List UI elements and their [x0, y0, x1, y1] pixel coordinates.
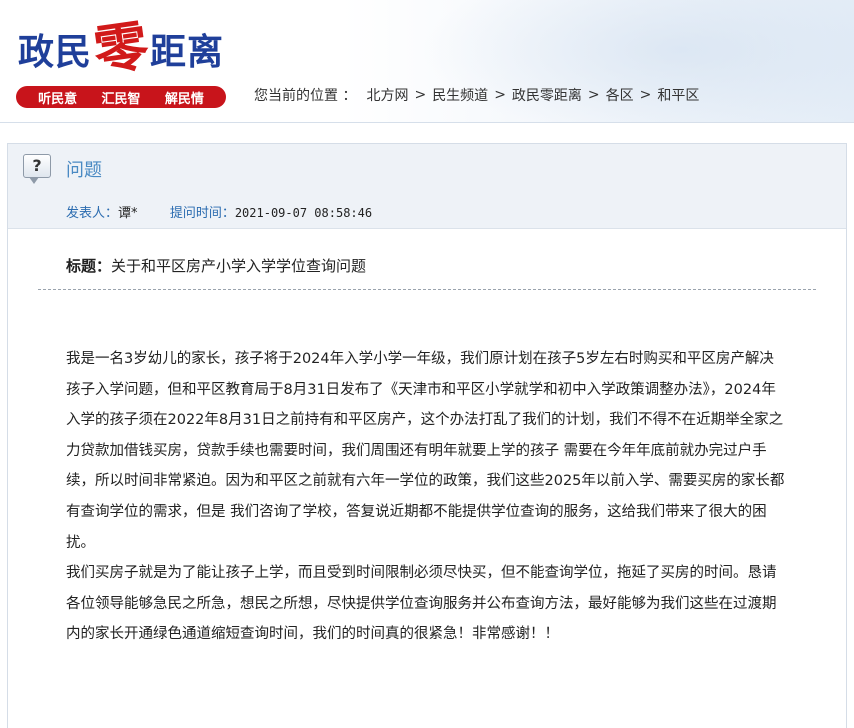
question-time: 2021-09-07 08:58:46 [234, 206, 373, 220]
question-subject: 标题：关于和平区房产小学入学学位查询问题 [66, 255, 366, 276]
question-panel-header: ? 问题 发表人：谭* 提问时间：2021-09-07 08:58:46 [8, 144, 846, 229]
breadcrumb-label: 您当前的位置 ： [254, 88, 357, 104]
breadcrumb-link-channel[interactable]: 民生频道 [432, 85, 488, 105]
logo-text-accent: 零 [89, 12, 153, 84]
question-body: 我是一名3岁幼儿的家长，孩子将于2024年入学小学一年级，我们原计划在孩子5岁左… [66, 344, 786, 650]
poster-label: 发表人： [66, 206, 119, 221]
site-header: 政民零距离 听民意 汇民智 解民情 您当前的位置 ： 北方网 > 民生频道 > … [0, 0, 854, 123]
logo-text-part1: 政民 [18, 31, 93, 73]
subject-text: 关于和平区房产小学入学学位查询问题 [111, 257, 367, 275]
breadcrumb-link-section[interactable]: 政民零距离 [512, 85, 582, 105]
breadcrumb-separator: > [414, 87, 427, 103]
breadcrumb-separator: > [639, 87, 652, 103]
site-logo[interactable]: 政民零距离 [18, 13, 225, 84]
body-paragraph: 我是一名3岁幼儿的家长，孩子将于2024年入学小学一年级，我们原计划在孩子5岁左… [66, 351, 785, 551]
slogan-bar: 听民意 汇民智 解民情 [16, 86, 226, 108]
question-panel: ? 问题 发表人：谭* 提问时间：2021-09-07 08:58:46 标题：… [7, 143, 847, 728]
logo-text-part2: 距离 [150, 31, 225, 73]
breadcrumb-link-district[interactable]: 和平区 [657, 85, 699, 105]
breadcrumb-link-home[interactable]: 北方网 [366, 85, 408, 105]
breadcrumb-link-districts[interactable]: 各区 [606, 85, 634, 105]
question-meta: 发表人：谭* 提问时间：2021-09-07 08:58:46 [66, 202, 372, 221]
subject-label: 标题： [66, 257, 112, 275]
slogan-item: 解民情 [164, 91, 204, 107]
question-icon: ? [23, 154, 51, 184]
time-label: 提问时间： [169, 206, 235, 221]
body-paragraph: 我们买房子就是为了能让孩子上学，而且受到时间限制必须尽快买，但不能查询学位，拖延… [66, 565, 777, 643]
slogan-item: 听民意 [38, 91, 78, 107]
breadcrumb-separator: > [587, 87, 600, 103]
breadcrumb-separator: > [494, 87, 506, 103]
poster-name: 谭* [118, 206, 138, 221]
divider [38, 289, 816, 290]
slogan-item: 汇民智 [101, 91, 141, 107]
breadcrumb: 您当前的位置 ： 北方网 > 民生频道 > 政民零距离 > 各区 > 和平区 [254, 85, 699, 105]
panel-title: 问题 [66, 160, 102, 181]
